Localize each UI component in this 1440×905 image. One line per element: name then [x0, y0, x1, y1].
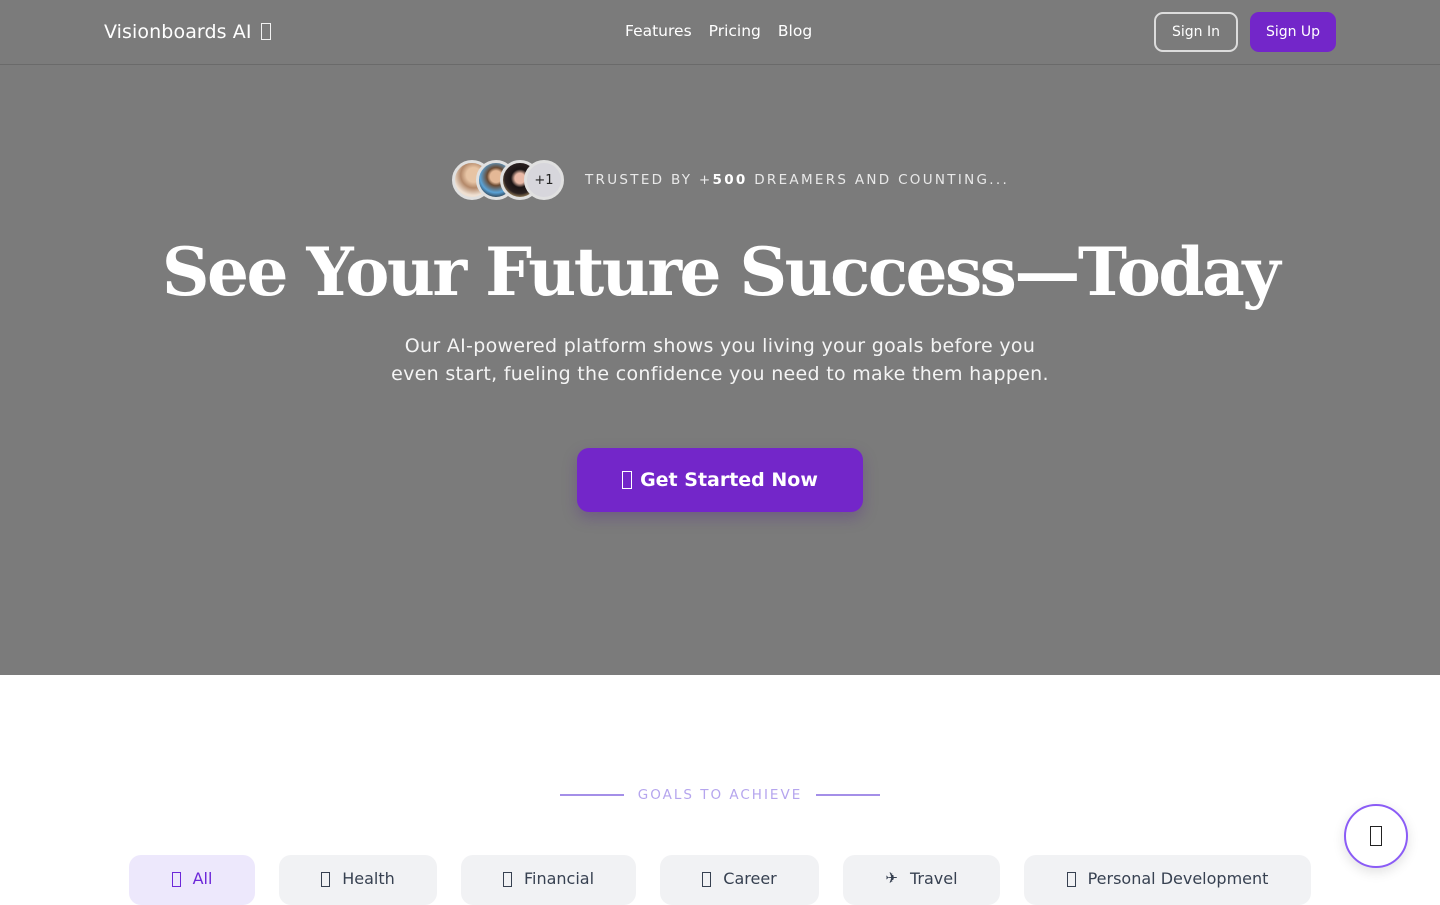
nav-pricing-link[interactable]: Pricing — [709, 20, 761, 42]
hero-section: Visionboards AI Features Pricing Blog Si… — [0, 0, 1440, 675]
goals-heading: GOALS TO ACHIEVE — [637, 787, 803, 803]
main-nav: Features Pricing Blog — [625, 20, 812, 42]
airplane-icon: ✈ — [885, 869, 898, 887]
rocket-icon — [622, 471, 633, 489]
get-started-label: Get Started Now — [640, 469, 818, 491]
hero-headline: See Your Future Success—Today — [161, 233, 1281, 311]
tab-personal-development[interactable]: Personal Development — [1024, 855, 1311, 905]
brand-name: Visionboards AI — [104, 21, 252, 43]
tab-all[interactable]: All — [129, 855, 255, 905]
sign-up-button[interactable]: Sign Up — [1250, 12, 1336, 52]
briefcase-icon — [702, 872, 712, 887]
tab-label: Career — [723, 869, 777, 888]
get-started-button[interactable]: Get Started Now — [577, 448, 863, 512]
nav-blog-link[interactable]: Blog — [778, 20, 812, 42]
top-navbar: Visionboards AI Features Pricing Blog Si… — [0, 0, 1440, 65]
trust-count: 500 — [712, 172, 748, 188]
avatar-stack: +1 — [452, 160, 564, 200]
more-users-count: +1 — [524, 160, 564, 200]
tab-label: Personal Development — [1087, 869, 1269, 888]
tab-financial[interactable]: Financial — [461, 855, 636, 905]
tab-travel[interactable]: ✈ Travel — [843, 855, 1000, 905]
sign-in-button[interactable]: Sign In — [1154, 12, 1238, 52]
health-icon — [321, 872, 331, 887]
goal-category-tabs: All Health Financial Career ✈ Travel Per… — [0, 855, 1440, 905]
tab-label: Financial — [523, 869, 595, 888]
growth-icon — [1066, 872, 1076, 887]
nav-features-link[interactable]: Features — [625, 20, 692, 42]
trust-text: TRUSTED BY +500 DREAMERS AND COUNTING... — [585, 172, 1009, 188]
sparkle-icon — [260, 23, 271, 40]
tab-health[interactable]: Health — [279, 855, 437, 905]
goals-section-label: GOALS TO ACHIEVE — [560, 787, 880, 803]
tab-label: Travel — [910, 869, 958, 888]
chat-icon — [1370, 826, 1382, 846]
trust-suffix: DREAMERS AND COUNTING... — [747, 172, 1010, 188]
brand-logo[interactable]: Visionboards AI — [104, 19, 271, 45]
money-icon — [502, 872, 512, 887]
sparkle-icon — [171, 872, 181, 887]
divider-left — [560, 794, 624, 796]
tab-label: Health — [342, 869, 395, 888]
divider-right — [815, 794, 880, 796]
trust-badge: +1 TRUSTED BY +500 DREAMERS AND COUNTING… — [452, 160, 1009, 200]
tab-label: All — [192, 869, 213, 888]
trust-prefix: TRUSTED BY + — [585, 172, 713, 188]
chat-fab-button[interactable] — [1344, 804, 1408, 868]
tab-career[interactable]: Career — [660, 855, 819, 905]
hero-subtext: Our AI-powered platform shows you living… — [391, 335, 1049, 385]
